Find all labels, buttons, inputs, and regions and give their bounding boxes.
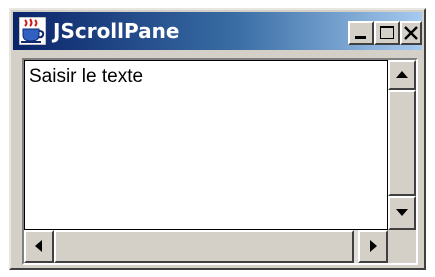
- arrow-down-icon: [396, 209, 408, 216]
- minimize-icon: [355, 36, 366, 39]
- maximize-button[interactable]: [374, 21, 400, 45]
- minimize-button[interactable]: [348, 21, 374, 45]
- maximize-icon: [380, 26, 394, 39]
- window-title: JScrollPane: [53, 19, 180, 43]
- java-cup-icon[interactable]: [18, 16, 47, 46]
- arrow-up-icon: [396, 71, 408, 78]
- scroll-up-button[interactable]: [388, 60, 416, 90]
- close-button[interactable]: [400, 21, 422, 45]
- scroll-corner: [388, 230, 416, 263]
- arrow-left-icon: [35, 240, 42, 252]
- scroll-left-button[interactable]: [24, 230, 54, 263]
- close-icon: [404, 26, 418, 40]
- arrow-right-icon: [370, 240, 377, 252]
- scroll-down-button[interactable]: [388, 196, 416, 230]
- horizontal-scrollbar[interactable]: [24, 230, 388, 263]
- vertical-scroll-thumb[interactable]: [388, 90, 416, 196]
- scroll-right-button[interactable]: [358, 230, 388, 263]
- app-window: JScrollPane Saisir le texte: [9, 8, 426, 270]
- text-area-content: Saisir le texte: [29, 66, 144, 87]
- title-bar[interactable]: JScrollPane: [13, 12, 422, 50]
- scroll-pane: Saisir le texte: [22, 58, 418, 265]
- horizontal-scroll-thumb[interactable]: [54, 230, 354, 263]
- vertical-scrollbar[interactable]: [388, 60, 416, 230]
- text-area[interactable]: Saisir le texte: [24, 60, 388, 230]
